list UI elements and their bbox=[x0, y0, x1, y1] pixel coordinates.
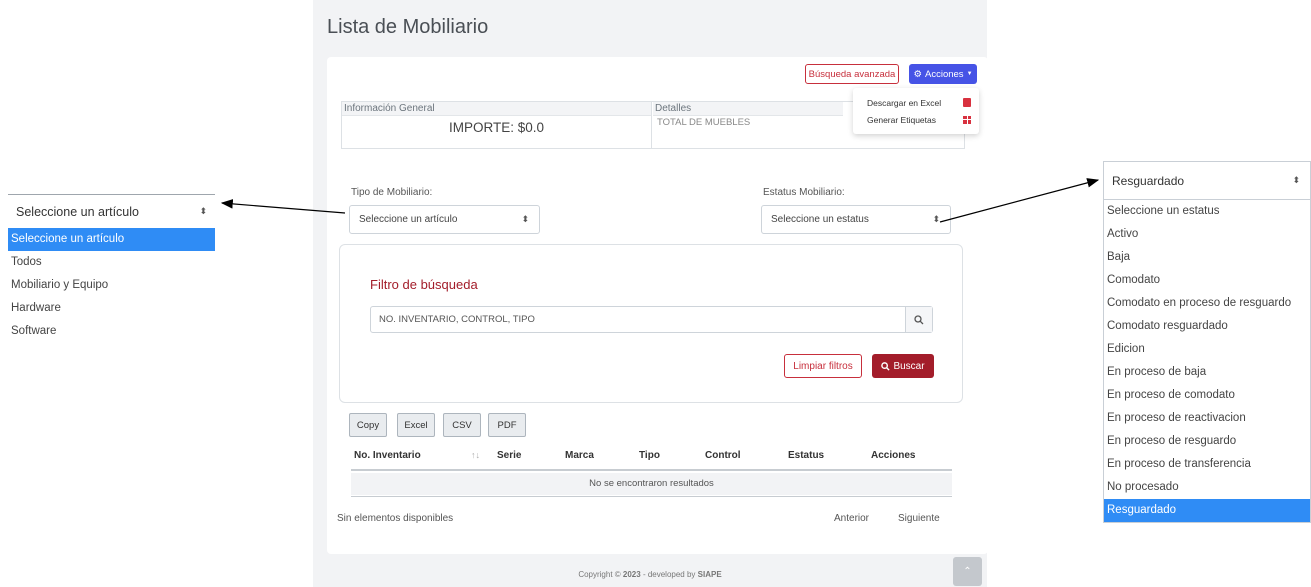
table-bottom-divider bbox=[351, 496, 952, 497]
estatus-dropdown-expanded[interactable]: Resguardado ⬍ Seleccione un estatus Activ… bbox=[1103, 161, 1311, 523]
estatus-option[interactable]: No procesado bbox=[1104, 476, 1310, 499]
labels-label: Generar Etiquetas bbox=[867, 114, 936, 125]
tipo-option[interactable]: Seleccione un artículo bbox=[8, 228, 215, 251]
column-header-tipo[interactable]: Tipo bbox=[639, 450, 660, 461]
tipo-label: Tipo de Mobiliario: bbox=[351, 187, 433, 198]
find-button[interactable]: Buscar bbox=[872, 354, 934, 378]
details-header: Detalles bbox=[653, 102, 843, 116]
estatus-option[interactable]: Comodato resguardado bbox=[1104, 315, 1310, 338]
estatus-select[interactable]: Seleccione un estatus ⬍ bbox=[761, 205, 951, 234]
tipo-select-value: Seleccione un artículo bbox=[359, 214, 458, 225]
search-filter-box: Filtro de búsqueda NO. INVENTARIO, CONTR… bbox=[339, 244, 963, 403]
copyright-prefix: Copyright © bbox=[578, 570, 621, 579]
pdf-button[interactable]: PDF bbox=[488, 413, 526, 437]
details-cell: Detalles TOTAL DE MUEBLES bbox=[653, 102, 843, 148]
pagination-previous[interactable]: Anterior bbox=[834, 513, 869, 524]
estatus-option[interactable]: En proceso de comodato bbox=[1104, 384, 1310, 407]
copy-button[interactable]: Copy bbox=[349, 413, 387, 437]
filter-title: Filtro de búsqueda bbox=[370, 277, 478, 292]
table-header-divider bbox=[351, 469, 952, 471]
tipo-dropdown-selected: Seleccione un artículo bbox=[16, 204, 139, 219]
estatus-label: Estatus Mobiliario: bbox=[763, 187, 845, 198]
table-info: Sin elementos disponibles bbox=[337, 513, 454, 524]
estatus-option[interactable]: Baja bbox=[1104, 246, 1310, 269]
search-input[interactable]: NO. INVENTARIO, CONTROL, TIPO bbox=[370, 306, 933, 333]
estatus-option[interactable]: En proceso de transferencia bbox=[1104, 453, 1310, 476]
find-button-label: Buscar bbox=[893, 360, 925, 372]
estatus-option[interactable]: Resguardado bbox=[1104, 499, 1310, 522]
estatus-option[interactable]: En proceso de resguardo bbox=[1104, 430, 1310, 453]
excel-button[interactable]: Excel bbox=[397, 413, 435, 437]
estatus-select-value: Seleccione un estatus bbox=[771, 214, 869, 225]
tipo-select[interactable]: Seleccione un artículo ⬍ bbox=[349, 205, 540, 234]
actions-label: Acciones bbox=[925, 68, 964, 80]
tipo-option[interactable]: Todos bbox=[8, 251, 215, 274]
column-header-estatus[interactable]: Estatus bbox=[788, 450, 824, 461]
estatus-option[interactable]: Comodato bbox=[1104, 269, 1310, 292]
menu-item-excel[interactable]: Descargar en Excel bbox=[853, 94, 979, 111]
csv-button[interactable]: CSV bbox=[443, 413, 481, 437]
page-title: Lista de Mobiliario bbox=[327, 16, 489, 38]
estatus-option[interactable]: Comodato en proceso de resguardo bbox=[1104, 292, 1310, 315]
general-info-cell: Información General IMPORTE: $0.0 bbox=[342, 102, 652, 148]
tipo-option[interactable]: Mobiliario y Equipo bbox=[8, 274, 215, 297]
estatus-option[interactable]: Activo bbox=[1104, 223, 1310, 246]
search-placeholder: NO. INVENTARIO, CONTROL, TIPO bbox=[379, 314, 535, 325]
column-header-acciones[interactable]: Acciones bbox=[871, 450, 915, 461]
tipo-dropdown-expanded[interactable]: Seleccione un artículo ⬍ Seleccione un a… bbox=[8, 194, 215, 343]
search-button[interactable] bbox=[905, 307, 932, 332]
estatus-options-list: Seleccione un estatus Activo Baja Comodato C… bbox=[1104, 200, 1310, 522]
estatus-dropdown-select[interactable]: Resguardado ⬍ bbox=[1104, 162, 1310, 200]
chevron-up-icon: ⌃ bbox=[963, 566, 972, 577]
column-header-inventario[interactable]: No. Inventario bbox=[354, 450, 421, 461]
column-header-control[interactable]: Control bbox=[705, 450, 741, 461]
main-panel: Lista de Mobiliario Búsqueda avanzada ⚙ … bbox=[313, 0, 988, 587]
copyright-year: 2023 bbox=[622, 570, 641, 579]
sort-arrows-icon: ⬍ bbox=[1292, 175, 1300, 185]
tipo-dropdown-select[interactable]: Seleccione un artículo ⬍ bbox=[8, 194, 215, 228]
estatus-option[interactable]: Edicion bbox=[1104, 338, 1310, 361]
advanced-search-button[interactable]: Búsqueda avanzada bbox=[805, 64, 899, 84]
qr-code-icon bbox=[963, 115, 971, 124]
clear-filters-button[interactable]: Limpiar filtros bbox=[784, 354, 862, 378]
caret-down-icon: ▼ bbox=[966, 71, 973, 77]
search-icon bbox=[914, 314, 924, 324]
tipo-option[interactable]: Software bbox=[8, 320, 215, 343]
sort-icon[interactable]: ↑↓ bbox=[471, 450, 480, 460]
column-header-serie[interactable]: Serie bbox=[497, 450, 521, 461]
tipo-option[interactable]: Hardware bbox=[8, 297, 215, 320]
file-excel-icon bbox=[963, 98, 971, 107]
gear-icon: ⚙ bbox=[913, 68, 922, 80]
menu-item-labels[interactable]: Generar Etiquetas bbox=[853, 111, 979, 128]
search-icon bbox=[881, 361, 891, 371]
actions-menu: Descargar en Excel Generar Etiquetas bbox=[853, 88, 979, 134]
estatus-option[interactable]: Seleccione un estatus bbox=[1104, 200, 1310, 223]
general-info-header: Información General bbox=[342, 102, 651, 116]
column-header-marca[interactable]: Marca bbox=[565, 450, 594, 461]
scroll-to-top-button[interactable]: ⌃ bbox=[953, 557, 982, 586]
total-muebles: TOTAL DE MUEBLES bbox=[657, 117, 751, 128]
developed-by: - developed by bbox=[642, 570, 696, 579]
copyright-footer: Copyright © 2023 - developed by SIAPE bbox=[313, 570, 987, 579]
sort-arrows-icon: ⬍ bbox=[199, 206, 207, 216]
sort-arrows-icon: ⬍ bbox=[521, 214, 529, 224]
importe-value: IMPORTE: $0.0 bbox=[448, 120, 545, 135]
estatus-option[interactable]: En proceso de reactivacion bbox=[1104, 407, 1310, 430]
estatus-option[interactable]: En proceso de baja bbox=[1104, 361, 1310, 384]
empty-table-row: No se encontraron resultados bbox=[351, 473, 952, 495]
estatus-dropdown-selected: Resguardado bbox=[1112, 173, 1185, 188]
content-card: Búsqueda avanzada ⚙ Acciones ▼ Informaci… bbox=[327, 57, 988, 554]
tipo-options-list: Seleccione un artículo Todos Mobiliario y … bbox=[8, 228, 215, 343]
actions-button[interactable]: ⚙ Acciones ▼ bbox=[909, 64, 977, 84]
sort-arrows-icon: ⬍ bbox=[932, 214, 940, 224]
excel-label: Descargar en Excel bbox=[867, 97, 942, 108]
company-name: SIAPE bbox=[697, 570, 722, 579]
pagination-next[interactable]: Siguiente bbox=[898, 513, 940, 524]
